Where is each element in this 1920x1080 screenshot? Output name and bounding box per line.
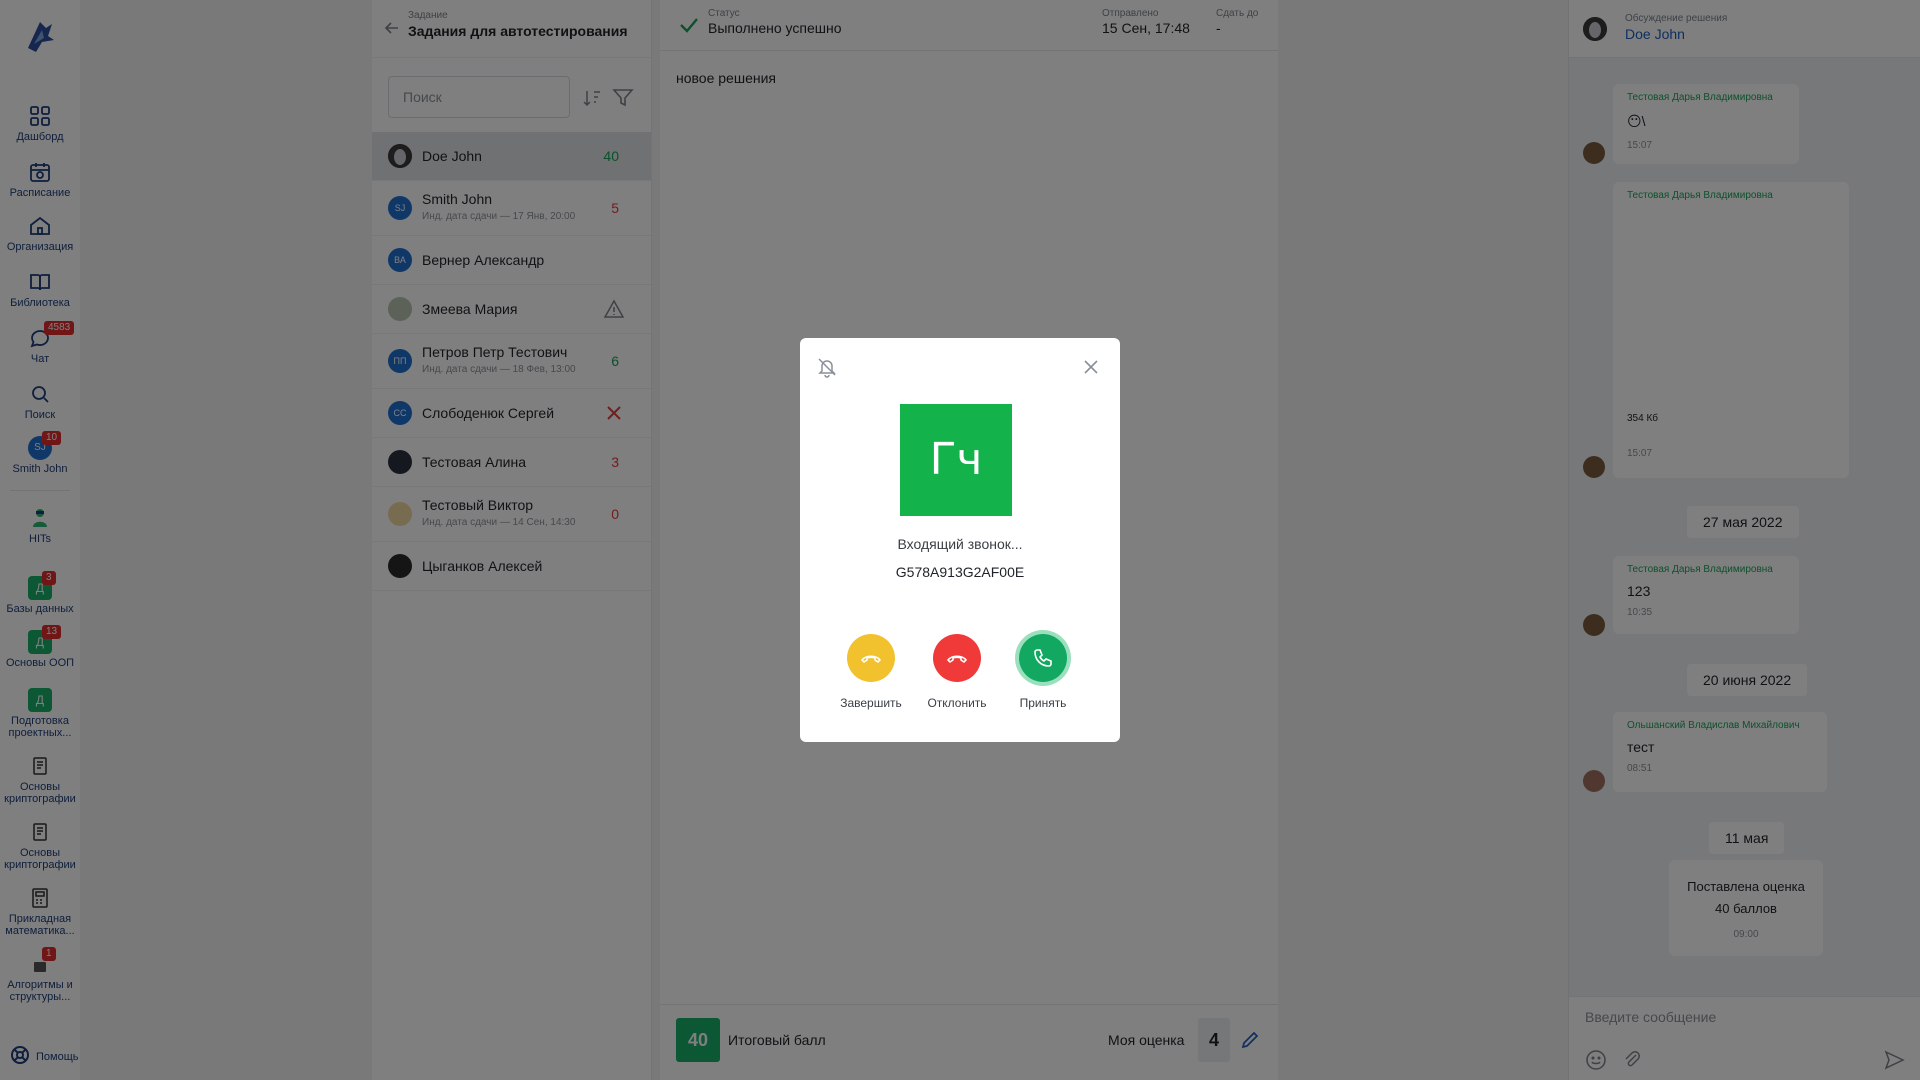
phone-icon <box>1019 634 1067 682</box>
end-call-button[interactable]: Завершить <box>828 634 914 710</box>
decline-call-label: Отклонить <box>927 696 987 710</box>
incoming-call-dialog: Гч Входящий звонок... G578A913G2AF00E За… <box>800 338 1120 742</box>
caller-avatar: Гч <box>900 404 1012 516</box>
bell-off-icon[interactable] <box>816 356 838 378</box>
accept-call-button[interactable]: Принять <box>1000 634 1086 710</box>
caller-id: G578A913G2AF00E <box>895 564 1025 580</box>
close-icon[interactable] <box>1082 358 1100 376</box>
call-title: Входящий звонок... <box>897 536 1023 552</box>
decline-call-button[interactable]: Отклонить <box>914 634 1000 710</box>
end-call-label: Завершить <box>840 696 902 710</box>
accept-call-label: Принять <box>1019 696 1067 710</box>
hangup-phone-icon <box>933 634 981 682</box>
hangup-phone-icon <box>847 634 895 682</box>
